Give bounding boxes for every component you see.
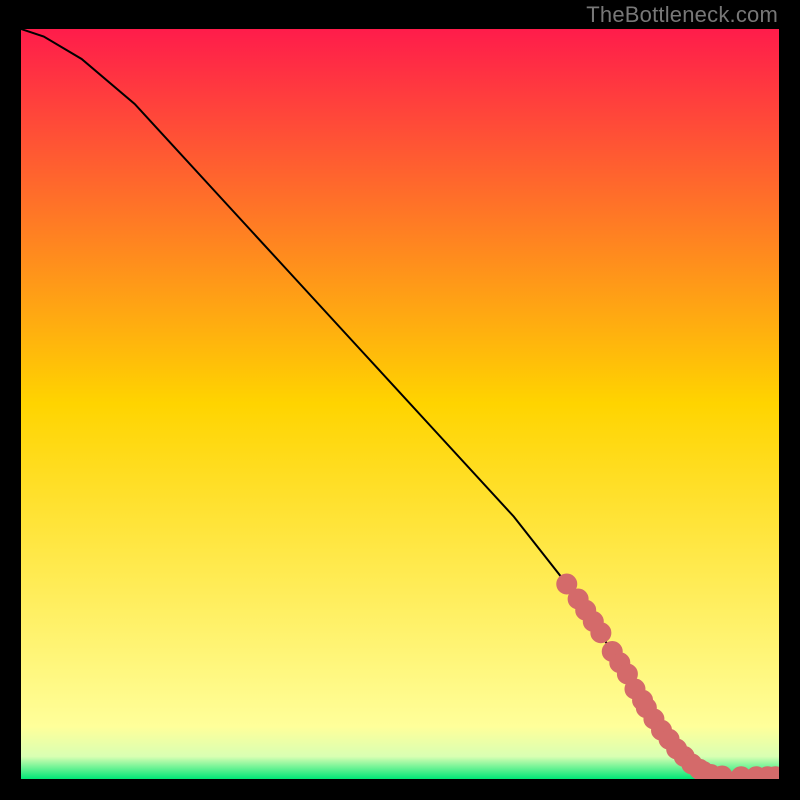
chart-svg [21,29,779,779]
stage: TheBottleneck.com [0,0,800,800]
scatter-marker [591,623,611,643]
chart-plot-area [21,29,779,779]
watermark-text: TheBottleneck.com [586,2,778,28]
chart-background-gradient [21,29,779,779]
